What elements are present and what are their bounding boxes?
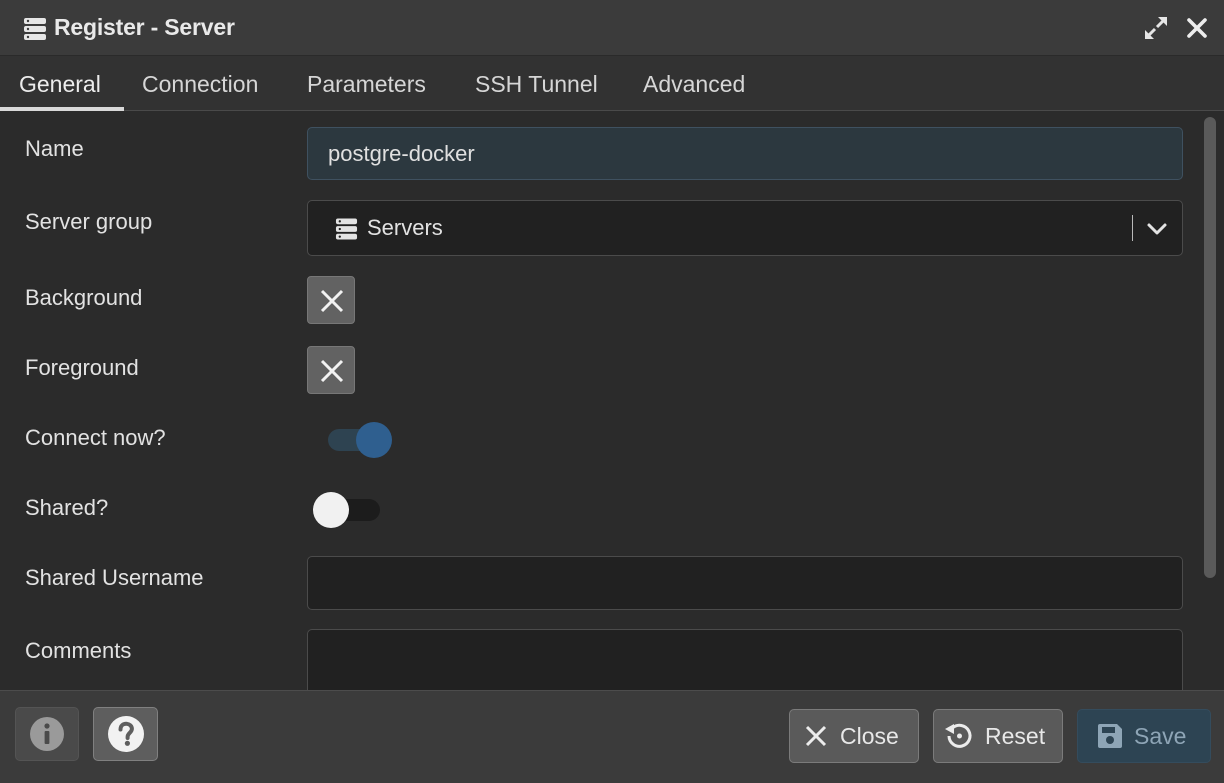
server-stack-icon [335, 218, 358, 240]
save-button[interactable]: Save [1077, 709, 1211, 763]
clear-color-icon [320, 289, 344, 313]
close-icon [805, 725, 827, 747]
tab-general[interactable]: General [19, 56, 101, 111]
comments-textarea[interactable] [307, 629, 1183, 690]
server-group-select[interactable]: Servers [307, 200, 1183, 256]
server-group-value: Servers [367, 215, 443, 240]
expand-icon [1145, 17, 1167, 39]
help-icon [107, 716, 144, 752]
scrollbar-thumb[interactable] [1204, 117, 1216, 578]
connect-now-label: Connect now? [25, 425, 166, 450]
select-separator [1132, 215, 1133, 241]
save-button-label: Save [1134, 722, 1187, 749]
foreground-label: Foreground [25, 355, 139, 380]
shared-username-input[interactable] [307, 556, 1183, 610]
clear-color-icon [320, 359, 344, 383]
server-group-label: Server group [25, 209, 153, 234]
reset-button[interactable]: Reset [933, 709, 1063, 763]
name-input[interactable] [307, 127, 1183, 180]
toggle-knob [356, 422, 392, 458]
close-button-label: Close [840, 722, 899, 749]
maximize-button[interactable] [1142, 14, 1170, 42]
tab-ssh-tunnel[interactable]: SSH Tunnel [475, 56, 598, 111]
info-button[interactable] [15, 707, 79, 761]
tab-advanced[interactable]: Advanced [643, 56, 745, 111]
tab-connection[interactable]: Connection [142, 56, 258, 111]
foreground-color-picker[interactable] [307, 346, 355, 394]
background-color-picker[interactable] [307, 276, 355, 324]
register-server-dialog: Register - Server General Connection Par… [0, 0, 1224, 783]
help-button[interactable] [93, 707, 158, 761]
background-label: Background [25, 285, 143, 310]
shared-username-label: Shared Username [25, 565, 204, 590]
dialog-titlebar[interactable]: Register - Server [0, 0, 1224, 56]
name-label: Name [25, 136, 84, 161]
shared-label: Shared? [25, 495, 109, 520]
dialog-close-button[interactable] [1183, 14, 1211, 42]
reset-icon [945, 723, 972, 748]
shared-toggle[interactable] [312, 491, 382, 529]
tab-bar: General Connection Parameters SSH Tunnel… [0, 56, 1224, 111]
info-icon [30, 717, 64, 751]
tab-parameters[interactable]: Parameters [307, 56, 426, 111]
form-scrollbar[interactable] [1200, 111, 1218, 690]
dialog-title: Register - Server [54, 14, 235, 40]
general-form: Name Server group Servers Background [0, 111, 1224, 690]
server-stack-icon [24, 18, 46, 40]
comments-label: Comments [25, 638, 132, 663]
connect-now-toggle[interactable] [327, 421, 393, 459]
close-button[interactable]: Close [789, 709, 919, 763]
toggle-knob [313, 492, 349, 528]
dialog-footer: Close Reset Save [0, 690, 1224, 783]
close-icon [1187, 18, 1207, 38]
floppy-disk-icon [1098, 724, 1122, 748]
reset-button-label: Reset [985, 722, 1046, 749]
chevron-down-icon[interactable] [1146, 218, 1168, 240]
